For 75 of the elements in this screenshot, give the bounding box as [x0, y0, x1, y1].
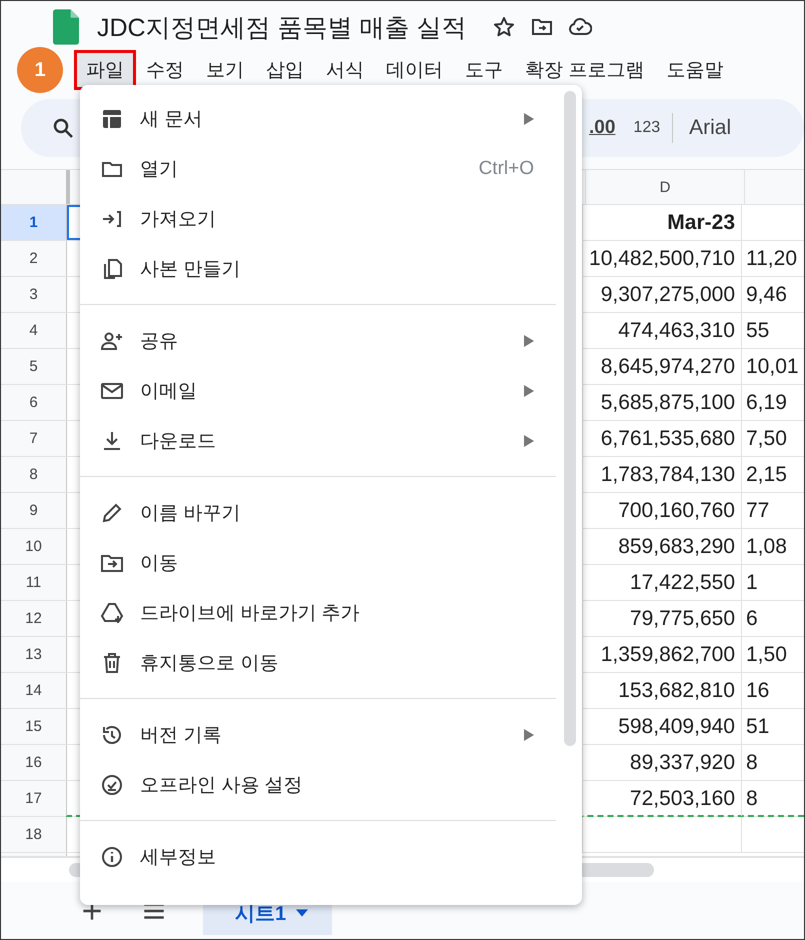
column-header[interactable]: D: [585, 170, 745, 204]
drive-shortcut-icon: [100, 601, 124, 625]
menu-item[interactable]: 파일: [77, 53, 133, 87]
row-number[interactable]: 4: [1, 313, 67, 348]
row-number[interactable]: 18: [1, 817, 67, 852]
menu-option[interactable]: 열기 Ctrl+O: [80, 144, 582, 194]
caret-icon: [296, 909, 308, 917]
table-cell: 11,20: [746, 246, 797, 270]
table-cell: 10,01: [746, 354, 799, 378]
new-sheet-icon: [100, 107, 124, 131]
menu-option[interactable]: 이름 바꾸기: [80, 488, 582, 538]
menu-item[interactable]: 보기: [197, 53, 253, 87]
row-number[interactable]: 15: [1, 709, 67, 744]
info-icon: [100, 845, 124, 869]
table-cell: 1: [746, 570, 758, 594]
increase-decimal-button[interactable]: .00: [583, 116, 622, 140]
menu-option[interactable]: 버전 기록: [80, 710, 582, 760]
row-number[interactable]: 10: [1, 529, 67, 564]
menu-option[interactable]: 휴지통으로 이동: [80, 638, 582, 688]
menu-option[interactable]: 이동: [80, 538, 582, 588]
search-icon[interactable]: [51, 116, 75, 140]
offline-icon: [100, 773, 124, 797]
menu-option[interactable]: 새 문서: [80, 94, 582, 144]
row-number[interactable]: 2: [1, 241, 67, 276]
row-number[interactable]: 17: [1, 781, 67, 816]
step-badge: 1: [17, 47, 63, 93]
row-number[interactable]: 12: [1, 601, 67, 636]
menu-option[interactable]: 다운로드: [80, 416, 582, 466]
number-format-button[interactable]: 123: [627, 118, 666, 138]
table-cell: 6: [746, 606, 758, 630]
menu-item[interactable]: 수정: [137, 53, 193, 87]
table-cell: 55: [746, 318, 770, 342]
menu-scrollbar[interactable]: [564, 91, 576, 746]
history-icon: [100, 723, 124, 747]
table-cell: 1,50: [746, 642, 787, 666]
star-icon[interactable]: [492, 15, 516, 39]
menu-option[interactable]: 이메일: [80, 366, 582, 416]
sheets-logo-icon[interactable]: [53, 9, 79, 45]
menu-option[interactable]: 세부정보: [80, 832, 582, 882]
row-number[interactable]: 1: [1, 205, 67, 240]
table-cell: 6,19: [746, 390, 787, 414]
row-number[interactable]: 11: [1, 565, 67, 600]
menu-option[interactable]: 사본 만들기: [80, 244, 582, 294]
menu-item[interactable]: 서식: [317, 53, 373, 87]
menu-item[interactable]: 삽입: [257, 53, 313, 87]
table-cell: 16: [746, 678, 770, 702]
table-cell: 8: [746, 786, 758, 810]
pencil-icon: [100, 501, 124, 525]
table-cell: 51: [746, 714, 770, 738]
row-number[interactable]: 5: [1, 349, 67, 384]
table-cell: 1,08: [746, 534, 787, 558]
menu-option[interactable]: 오프라인 사용 설정: [80, 760, 582, 810]
menu-option[interactable]: 공유: [80, 316, 582, 366]
shortcut-text: Ctrl+O: [478, 158, 534, 180]
row-number[interactable]: 9: [1, 493, 67, 528]
row-number[interactable]: 3: [1, 277, 67, 312]
row-number[interactable]: 14: [1, 673, 67, 708]
menu-item[interactable]: 데이터: [377, 53, 452, 87]
table-cell: 2,15: [746, 462, 787, 486]
table-cell: 77: [746, 498, 770, 522]
table-cell: 7,50: [746, 426, 787, 450]
table-cell: 9,46: [746, 282, 787, 306]
menu-option[interactable]: 가져오기: [80, 194, 582, 244]
row-number[interactable]: 16: [1, 745, 67, 780]
menu-item[interactable]: 도움말: [657, 53, 732, 87]
row-number[interactable]: 6: [1, 385, 67, 420]
font-dropdown[interactable]: Arial: [683, 115, 738, 141]
menu-item[interactable]: 확장 프로그램: [516, 53, 654, 87]
menu-item[interactable]: 도구: [456, 53, 512, 87]
menu-option[interactable]: 드라이브에 바로가기 추가: [80, 588, 582, 638]
row-number[interactable]: 8: [1, 457, 67, 492]
table-cell: 8: [746, 750, 758, 774]
row-number[interactable]: 7: [1, 421, 67, 456]
row-number[interactable]: 13: [1, 637, 67, 672]
document-title[interactable]: JDC지정면세점 품목별 매출 실적: [97, 10, 466, 44]
